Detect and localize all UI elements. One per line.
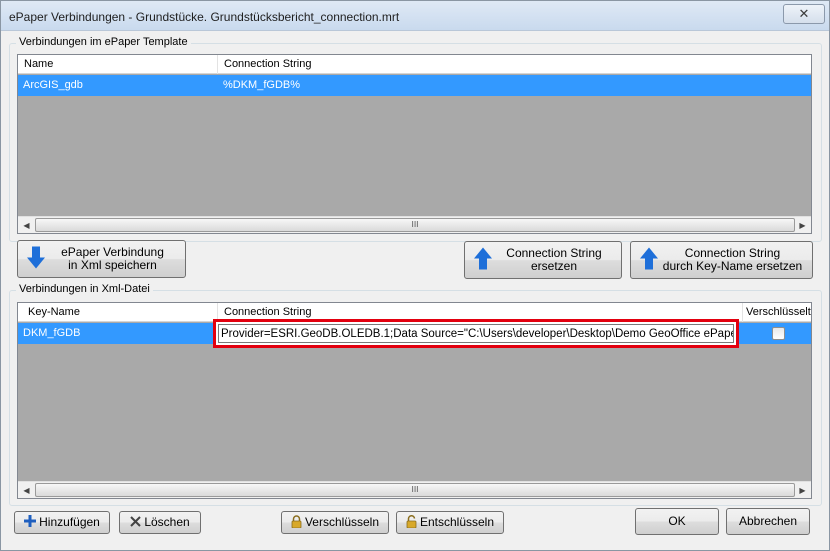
horizontal-scrollbar[interactable]: ◀ III ▶ — [18, 216, 811, 233]
encrypted-checkbox[interactable] — [772, 327, 785, 340]
row-key-name-cell[interactable]: DKM_fGDB — [18, 323, 218, 344]
decrypt-button-label: Entschlüsseln — [419, 515, 495, 529]
cancel-button[interactable]: Abbrechen — [726, 508, 810, 535]
template-connections-group: Verbindungen im ePaper Template Name Con… — [9, 36, 822, 242]
arrow-up-icon — [473, 247, 493, 274]
grid-header: Name Connection String — [18, 55, 811, 74]
scroll-left-icon[interactable]: ◀ — [18, 482, 35, 498]
row-name-cell[interactable]: ArcGIS_gdb — [18, 75, 218, 96]
save-button-line2: in Xml speichern — [68, 258, 157, 272]
delete-button[interactable]: Löschen — [119, 511, 201, 534]
decrypt-button[interactable]: Entschlüsseln — [396, 511, 504, 534]
horizontal-scrollbar[interactable]: ◀ III ▶ — [18, 481, 811, 498]
dialog-window: ePaper Verbindungen - Grundstücke. Grund… — [0, 0, 830, 551]
replace-with-key-name-button[interactable]: Connection String durch Key-Name ersetze… — [630, 241, 813, 279]
replace-key-button-line2: durch Key-Name ersetzen — [662, 259, 803, 273]
ok-button-label: OK — [668, 514, 686, 528]
cancel-button-label: Abbrechen — [738, 514, 798, 528]
table-row[interactable]: ArcGIS_gdb %DKM_fGDB% — [18, 75, 811, 96]
scroll-thumb[interactable]: III — [35, 483, 795, 497]
template-group-legend: Verbindungen im ePaper Template — [16, 36, 191, 48]
close-button[interactable]: ✕ — [783, 4, 825, 24]
replace-button-line2: ersetzen — [530, 259, 577, 273]
lock-open-icon — [406, 514, 417, 531]
connection-string-input[interactable]: Provider=ESRI.GeoDB.OLEDB.1;Data Source=… — [218, 324, 734, 343]
window-title: ePaper Verbindungen - Grundstücke. Grund… — [9, 10, 400, 24]
add-button-label: Hinzufügen — [39, 515, 100, 529]
title-bar[interactable]: ePaper Verbindungen - Grundstücke. Grund… — [1, 1, 829, 31]
column-header-key-name[interactable]: Key-Name — [18, 303, 218, 322]
connection-string-editor-highlight: Provider=ESRI.GeoDB.OLEDB.1;Data Source=… — [213, 319, 739, 348]
template-connections-grid[interactable]: Name Connection String ArcGIS_gdb %DKM_f… — [17, 54, 812, 234]
column-header-encrypted[interactable]: Verschlüsselt — [743, 303, 811, 322]
lock-closed-icon — [291, 514, 302, 531]
scroll-right-icon[interactable]: ▶ — [794, 217, 811, 233]
scroll-thumb[interactable]: III — [35, 218, 795, 232]
replace-connection-string-button[interactable]: Connection String ersetzen — [464, 241, 622, 279]
plus-icon — [24, 515, 37, 530]
encrypt-button-label: Verschlüsseln — [304, 515, 380, 529]
arrow-up-icon — [639, 247, 659, 274]
column-header-connection-string[interactable]: Connection String — [218, 55, 811, 74]
delete-button-label: Löschen — [144, 515, 190, 529]
delete-x-icon — [130, 515, 142, 530]
close-icon: ✕ — [798, 6, 810, 22]
xml-group-legend: Verbindungen in Xml-Datei — [16, 283, 153, 295]
scroll-left-icon[interactable]: ◀ — [18, 217, 35, 233]
save-to-xml-button[interactable]: ePaper Verbindung in Xml speichern — [17, 240, 186, 278]
add-button[interactable]: Hinzufügen — [14, 511, 110, 534]
arrow-down-icon — [26, 246, 46, 273]
row-connection-cell[interactable]: %DKM_fGDB% — [218, 75, 811, 96]
ok-button[interactable]: OK — [635, 508, 719, 535]
encrypt-button[interactable]: Verschlüsseln — [281, 511, 389, 534]
connection-string-value: Provider=ESRI.GeoDB.OLEDB.1;Data Source=… — [221, 328, 734, 340]
scroll-right-icon[interactable]: ▶ — [794, 482, 811, 498]
column-header-name[interactable]: Name — [18, 55, 218, 74]
